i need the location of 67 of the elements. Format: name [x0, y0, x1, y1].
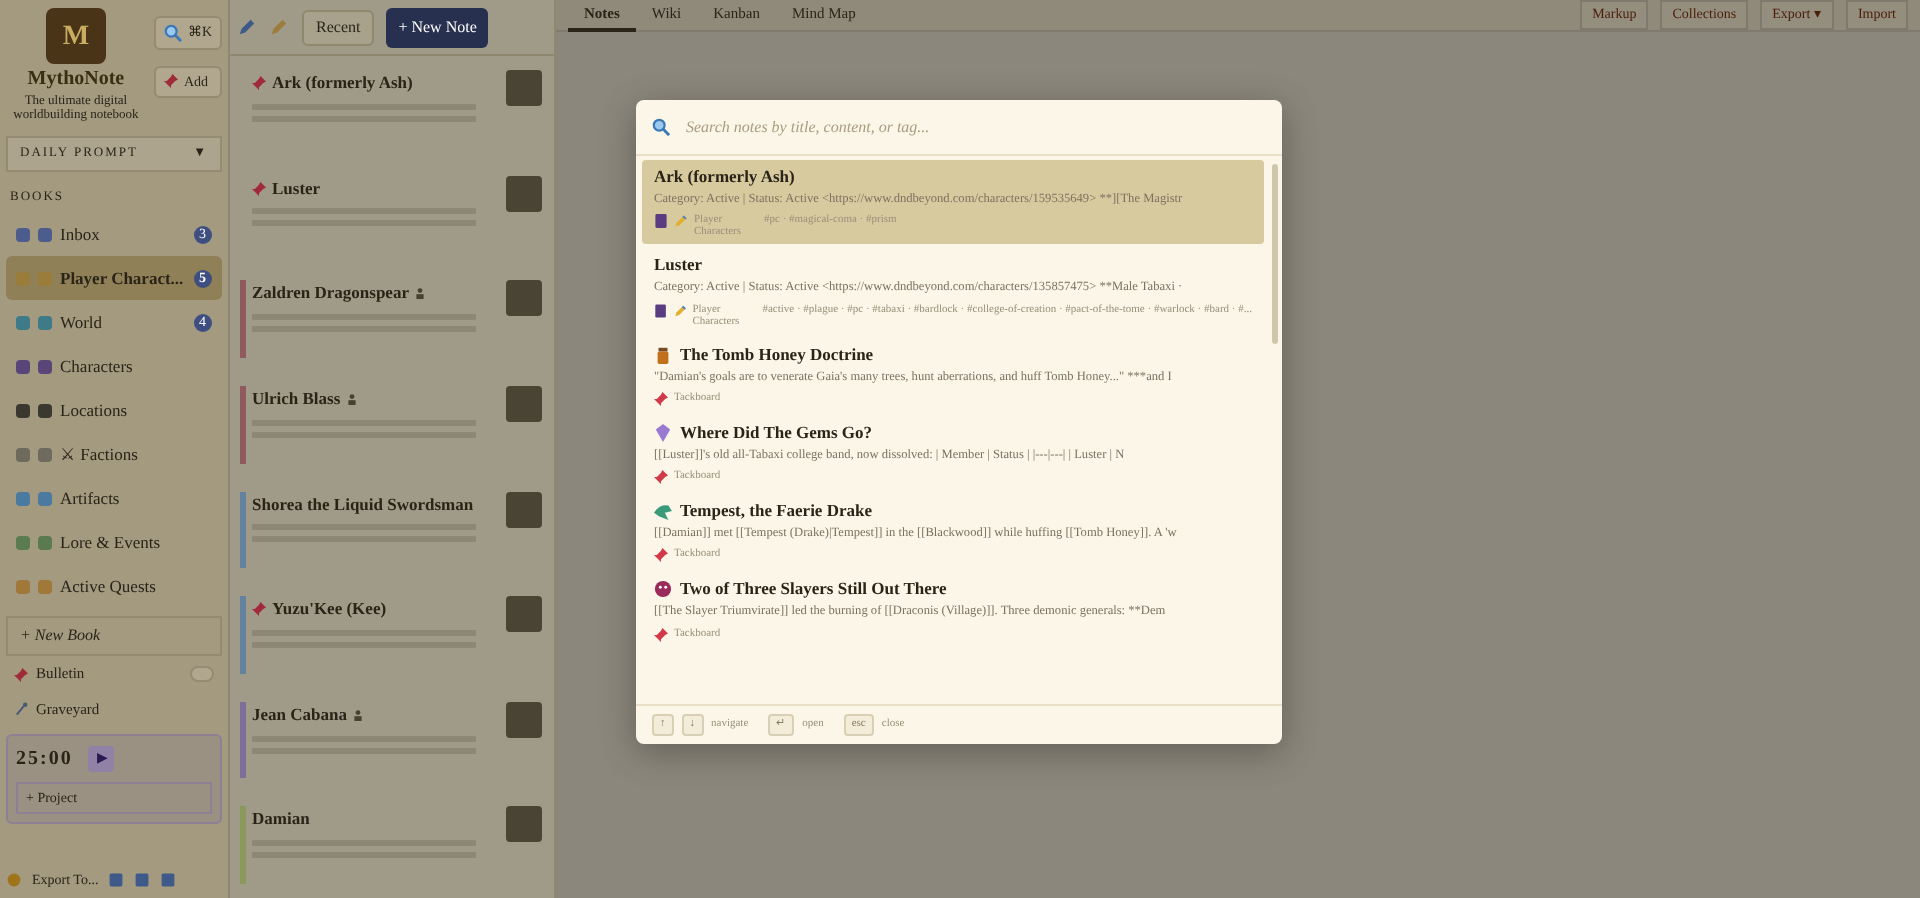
note-title: Jean Cabana	[252, 701, 347, 727]
note-card[interactable]: Yuzu'Kee (Kee)	[230, 582, 554, 688]
logo: M	[45, 8, 106, 64]
person-icon	[414, 286, 427, 301]
pin-icon	[654, 470, 668, 485]
pencil-icon	[238, 18, 256, 36]
pin-icon	[654, 548, 668, 563]
note-card[interactable]: Ulrich Blass	[230, 371, 554, 477]
book-item[interactable]: Active Quests	[6, 564, 222, 609]
note-title: Ulrich Blass	[252, 385, 341, 412]
note-card[interactable]: Shorea the Liquid Swordsman	[230, 477, 554, 583]
toggle-switch[interactable]	[190, 666, 214, 683]
app-name: MythoNote	[25, 66, 127, 94]
result-title: Ark (formerly Ash)	[654, 166, 795, 189]
demon-face-icon	[654, 580, 672, 599]
book-item[interactable]: ⚔ Factions	[6, 432, 222, 477]
scrollbar[interactable]	[1272, 164, 1278, 344]
sort-dropdown[interactable]: Recent	[302, 9, 375, 45]
result-title: Where Did The Gems Go?	[680, 421, 873, 444]
note-title: Ark (formerly Ash)	[272, 70, 413, 96]
photo-placeholder	[506, 806, 542, 843]
search-field[interactable]: Search notes by title, content, or tag...	[682, 113, 1222, 141]
note-title: Yuzu'Kee (Kee)	[272, 596, 387, 622]
note-card[interactable]: Ark (formerly Ash)	[230, 56, 554, 162]
note-title: Shorea the Liquid Swordsman	[252, 491, 474, 517]
book-item[interactable]: Locations	[6, 388, 222, 433]
result-title: Two of Three Slayers Still Out There	[680, 578, 947, 601]
note-card[interactable]: Luster	[230, 161, 554, 267]
pin-icon	[14, 667, 28, 682]
pencil-icon	[673, 303, 687, 318]
sun-icon	[6, 871, 22, 888]
book-item[interactable]: Artifacts	[6, 476, 222, 521]
pencil-icon	[268, 18, 290, 36]
pin-icon	[654, 627, 668, 641]
result-title: Tempest, the Faerie Drake	[680, 500, 872, 523]
search-icon	[163, 23, 182, 42]
pencil-icon	[674, 214, 688, 229]
result-title: Luster	[654, 254, 703, 277]
timer-display: 25:00	[16, 745, 73, 774]
photo-placeholder	[506, 175, 542, 212]
photo-placeholder	[506, 385, 542, 422]
note-card[interactable]: Damian	[230, 792, 554, 898]
pin-icon	[252, 602, 266, 616]
photo-placeholder	[506, 596, 542, 633]
photo-placeholder	[506, 701, 542, 738]
new-note-button[interactable]: + New Note	[386, 7, 489, 47]
pin-icon	[163, 74, 178, 89]
result-title: The Tomb Honey Doctrine	[680, 343, 874, 366]
photo-placeholder	[506, 70, 542, 106]
pin-icon	[654, 391, 668, 406]
person-icon	[346, 391, 359, 406]
pin-icon	[252, 75, 266, 90]
note-card[interactable]: Zaldren Dragonspear	[230, 266, 554, 372]
note-card[interactable]: Jean Cabana	[230, 687, 554, 793]
note-title: Zaldren Dragonspear	[252, 280, 409, 306]
photo-placeholder	[506, 280, 542, 317]
new-book-button[interactable]: + New Book	[6, 616, 222, 657]
search-icon	[652, 118, 670, 136]
book-item[interactable]: Characters	[6, 344, 222, 389]
note-title: Damian	[252, 806, 310, 833]
pin-icon	[252, 181, 266, 195]
gem-icon	[654, 423, 672, 442]
note-title: Luster	[272, 175, 321, 201]
jar-icon	[654, 345, 672, 364]
person-icon	[352, 707, 365, 722]
photo-placeholder	[506, 491, 542, 527]
book-item[interactable]: Lore & Events	[6, 520, 222, 565]
